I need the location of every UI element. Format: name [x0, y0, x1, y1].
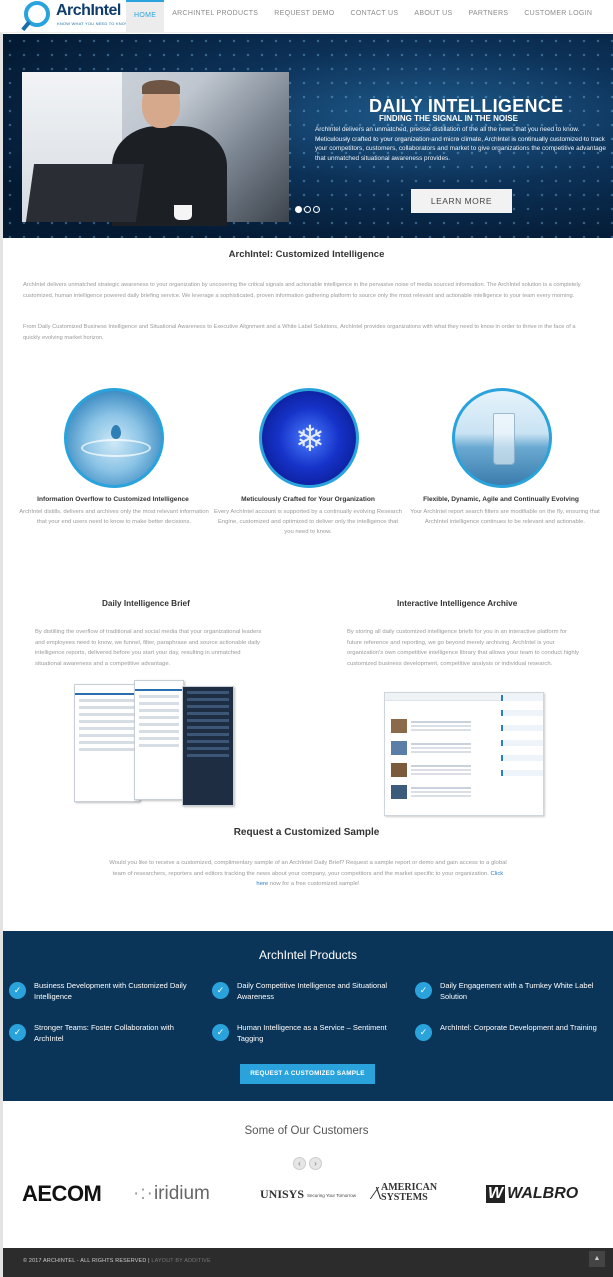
nav-archintel-products[interactable]: ARCHINTEL PRODUCTS [164, 0, 266, 33]
slide-dot-2[interactable] [304, 206, 311, 213]
checkmark-icon: ✓ [212, 1024, 229, 1041]
nav-customer-login[interactable]: CUSTOMER LOGIN [516, 0, 600, 33]
hero-body: ArchIntel delivers an unmatched, precise… [315, 126, 606, 162]
main-menu: HOME ARCHINTEL PRODUCTS REQUEST DEMO CON… [126, 0, 600, 33]
intro-title: ArchIntel: Customized Intelligence [228, 249, 385, 260]
water-glass-image [452, 388, 552, 488]
checkmark-icon: ✓ [212, 982, 229, 999]
carousel-arrows: ‹ › [293, 1157, 322, 1170]
archive-body: By storing all daily customized intellig… [347, 629, 579, 667]
feature-desc-1: ArchIntel distills, delivers and archive… [19, 509, 209, 525]
customer-logo-walbro: W WALBRO [486, 1185, 579, 1203]
snowflake-icon: ❄ [294, 418, 326, 459]
sample-body: Would you like to receive a customized, … [109, 860, 507, 887]
brief-title: Daily Intelligence Brief [102, 599, 190, 608]
slide-dot-1[interactable] [295, 206, 302, 213]
logo-name: ArchIntel [56, 2, 121, 19]
nav-about-us[interactable]: ABOUT US [406, 0, 460, 33]
nav-request-demo[interactable]: REQUEST DEMO [266, 0, 342, 33]
hero-photo-businessman [22, 72, 289, 226]
logo-tagline: KNOW WHAT YOU NEED TO KNOW [57, 21, 130, 26]
customer-logo-iridium: ·:·iridium [133, 1183, 210, 1204]
feature-title-3: Flexible, Dynamic, Agile and Continually… [423, 496, 579, 503]
request-sample-button[interactable]: REQUEST A CUSTOMIZED SAMPLE [240, 1064, 375, 1084]
brief-body: By distilling the overflow of traditiona… [35, 629, 262, 667]
nav-contact-us[interactable]: CONTACT US [343, 0, 407, 33]
customers-title: Some of Our Customers [244, 1125, 369, 1137]
archintel-logo[interactable]: ArchIntel KNOW WHAT YOU NEED TO KNOW [22, 0, 132, 33]
customer-logo-aecom: AECOM [22, 1181, 102, 1206]
hero-subtitle: FINDING THE SIGNAL IN THE NOISE [379, 114, 518, 123]
snowflake-image: ❄ [259, 388, 359, 488]
magnifier-icon [24, 1, 50, 27]
sample-title: Request a Customized Sample [233, 827, 380, 838]
customer-logo-unisys: UNISYS Securing Your Tomorrow [260, 1187, 356, 1201]
intro-paragraph-2: From Daily Customized Business Intellige… [23, 324, 576, 341]
nav-partners[interactable]: PARTNERS [460, 0, 516, 33]
intro-paragraph-1: ArchIntel delivers unmatched strategic a… [23, 282, 581, 299]
customer-logo-american-systems: ⁄\AMERICAN SYSTEMS [373, 1182, 438, 1203]
top-nav: ArchIntel KNOW WHAT YOU NEED TO KNOW HOM… [0, 0, 613, 33]
back-to-top-icon[interactable]: ▲ [589, 1251, 605, 1267]
checkmark-icon: ✓ [415, 982, 432, 999]
archive-screenshot [384, 692, 544, 816]
layout-credit-link[interactable]: LAYOUT BY ADDITIVE [151, 1258, 210, 1264]
chevron-left-icon[interactable]: ‹ [293, 1157, 306, 1170]
site-footer: © 2017 ARCHINTEL - ALL RIGHTS RESERVED |… [3, 1248, 613, 1277]
feature-title-2: Meticulously Crafted for Your Organizati… [241, 496, 375, 503]
feature-desc-3: Your ArchIntel report search filters are… [410, 509, 600, 525]
water-drop-image [64, 388, 164, 488]
feature-title-1: Information Overflow to Customized Intel… [37, 496, 189, 503]
daily-brief-screenshot [74, 680, 234, 806]
feature-desc-2: Every ArchIntel account is supported by … [214, 509, 402, 535]
products-section: ArchIntel Products ✓ Business Developmen… [3, 931, 613, 1101]
chevron-right-icon[interactable]: › [309, 1157, 322, 1170]
checkmark-icon: ✓ [9, 982, 26, 999]
checkmark-icon: ✓ [415, 1024, 432, 1041]
checkmark-icon: ✓ [9, 1024, 26, 1041]
nav-home[interactable]: HOME [126, 0, 165, 33]
learn-more-button[interactable]: LEARN MORE [411, 189, 512, 213]
archive-title: Interactive Intelligence Archive [397, 599, 518, 608]
copyright-text: © 2017 ARCHINTEL - ALL RIGHTS RESERVED |… [23, 1258, 211, 1264]
products-title: ArchIntel Products [258, 948, 358, 962]
slide-dot-3[interactable] [313, 206, 320, 213]
hero-slider: DAILY INTELLIGENCE FINDING THE SIGNAL IN… [3, 34, 613, 238]
slider-dots [295, 206, 320, 213]
